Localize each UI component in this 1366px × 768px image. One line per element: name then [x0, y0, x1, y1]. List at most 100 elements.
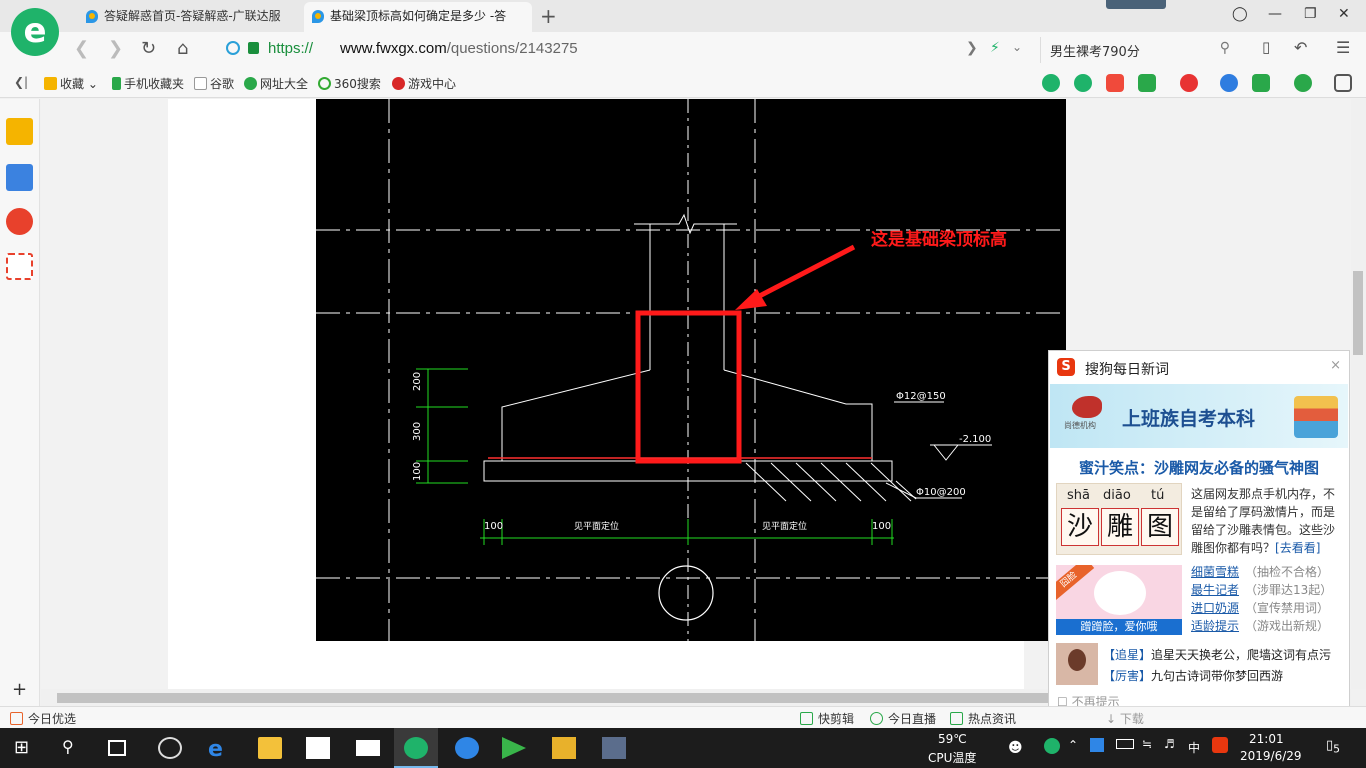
notes-icon[interactable]	[552, 737, 576, 759]
windows-start-icon[interactable]: ⊞	[14, 737, 38, 759]
mail-icon[interactable]	[356, 740, 380, 756]
bookmark-google[interactable]: 谷歌	[194, 75, 234, 92]
network-drive-icon[interactable]	[1090, 738, 1104, 752]
windows-taskbar: ⊞ ⚲ e 59℃ CPU温度 ☻ ⌃ ≒ ♬ 中 21:01 2019/6/2…	[0, 728, 1366, 768]
scissors-icon[interactable]	[1180, 74, 1198, 92]
wifi-icon[interactable]: ≒	[1142, 737, 1152, 751]
soil-hatch	[745, 462, 917, 502]
bookmark-games[interactable]: 游戏中心	[392, 75, 456, 92]
add-icon[interactable]: +	[12, 679, 27, 700]
apps-grid-icon[interactable]	[1334, 74, 1352, 92]
weibo-icon[interactable]	[6, 208, 33, 235]
bookmark-mobile[interactable]: 手机收藏夹	[112, 75, 184, 92]
rebar-top-label: Φ12@150	[896, 391, 946, 402]
daily-picks[interactable]: 今日优选	[10, 710, 76, 727]
axis-bubble	[658, 565, 714, 621]
reading-list-icon[interactable]	[6, 164, 33, 191]
lightning-icon[interactable]: ⚡	[990, 40, 1000, 56]
cortana-icon[interactable]	[158, 737, 182, 759]
bookmark-hao[interactable]: 网址大全	[244, 75, 308, 92]
chevron-up-icon[interactable]: ⌃	[1068, 738, 1078, 752]
scroll-thumb[interactable]	[1353, 271, 1363, 355]
file-explorer-icon[interactable]	[258, 737, 282, 759]
vertical-scrollbar[interactable]	[1351, 99, 1366, 689]
gamepad-icon[interactable]	[1252, 74, 1270, 92]
news-list: 【追星】追星天天换老公，爬墙这词有点污 【厉害】九句古诗词带你梦回西游	[1103, 645, 1347, 687]
extension-pause-icon[interactable]	[1042, 74, 1060, 92]
see-more-link[interactable]: [去看看]	[1275, 541, 1320, 555]
forward-button[interactable]: ❯	[108, 38, 123, 59]
list-item: 最牛记者 （涉罪达13起）	[1191, 583, 1333, 597]
close-window-button[interactable]: ✕	[1338, 6, 1350, 22]
edge-icon[interactable]: e	[208, 737, 232, 762]
reload-button[interactable]: ↻	[141, 38, 156, 59]
close-icon[interactable]: ×	[1330, 358, 1341, 373]
restore-button[interactable]: ❐	[1304, 6, 1317, 22]
mail-icon[interactable]	[6, 253, 33, 280]
notification-center[interactable]: ▯5	[1326, 738, 1340, 756]
favorites-star-icon[interactable]	[6, 118, 33, 145]
battery-icon[interactable]	[1116, 739, 1134, 749]
browser-taskbar-icon[interactable]	[404, 737, 428, 759]
tab-question[interactable]: 基础梁顶标高如何确定是多少 -答	[304, 2, 532, 32]
browser-logo-icon[interactable]: e	[11, 8, 59, 56]
cad-app-icon[interactable]	[602, 737, 626, 759]
shadiao-image[interactable]: shā diāo tú 沙 雕 图	[1056, 483, 1182, 555]
security-tray-icon[interactable]	[1044, 738, 1060, 754]
news-item[interactable]: 【厉害】九句古诗词带你梦回西游	[1103, 666, 1347, 687]
extension-assist-icon[interactable]	[1074, 74, 1092, 92]
back-button[interactable]: ❮	[74, 38, 89, 59]
undo-icon[interactable]: ↶	[1294, 38, 1307, 57]
ime-indicator[interactable]: 中	[1188, 739, 1200, 756]
share-icon[interactable]: ❯	[966, 40, 978, 56]
store-icon[interactable]	[306, 737, 330, 759]
hot-news[interactable]: 热点资讯	[950, 710, 1016, 727]
live-today[interactable]: 今日直播	[870, 710, 936, 727]
wallet-icon[interactable]	[1294, 74, 1312, 92]
minimize-button[interactable]: —	[1268, 6, 1282, 22]
scroll-thumb[interactable]	[57, 693, 1057, 703]
dim-100-bl: 100	[484, 521, 503, 532]
shirt-skin-icon[interactable]: ◯	[1232, 6, 1248, 22]
sogou-ime-icon[interactable]	[1212, 737, 1228, 753]
brand-logo-icon	[1072, 396, 1102, 418]
banner-text: 上班族自考本科	[1122, 408, 1256, 430]
volume-icon[interactable]: ♬	[1164, 737, 1175, 751]
url-field[interactable]: https:// www.fwxgx.com/questions/2143275…	[222, 37, 1032, 63]
foundation-beam-section-drawing: 200 300 100 100 见平面定位 见平面定位 100 Φ12@150 …	[316, 99, 1066, 641]
bookmark-360search[interactable]: 360搜索	[318, 75, 381, 92]
dim-plan-right: 见平面定位	[762, 520, 807, 532]
sogou-taskbar-icon[interactable]	[455, 737, 479, 759]
search-icon[interactable]: ⚲	[1220, 40, 1230, 56]
ad-banner[interactable]: 尚德机构 上班族自考本科	[1050, 384, 1348, 448]
cat-meme-image[interactable]: 囧脸 蹭蹭脸，爱你哦	[1056, 565, 1182, 635]
tab-home[interactable]: 答疑解惑首页-答疑解惑-广联达服	[78, 2, 300, 32]
news-item[interactable]: 【追星】追星天天换老公，爬墙这词有点污	[1103, 645, 1347, 666]
video-player-icon[interactable]	[502, 737, 526, 759]
site-favicon-icon	[312, 10, 324, 23]
search-icon[interactable]: ⚲	[62, 737, 86, 759]
extension-tv-icon[interactable]	[1106, 74, 1124, 92]
news-thumbnail[interactable]	[1056, 643, 1098, 685]
word-list: 细菌雪糕 （抽检不合格） 最牛记者 （涉罪达13起） 进口奶源 （宣传禁用词） 适龄提…	[1191, 563, 1347, 635]
popup-headline[interactable]: 蜜汁笑点：沙雕网友必备的骚气神图	[1049, 457, 1349, 478]
download-progress	[1106, 0, 1166, 9]
task-view-icon[interactable]	[108, 740, 126, 756]
magnifier-icon[interactable]	[1220, 74, 1238, 92]
bookmark-favorites[interactable]: 收藏 ⌄	[44, 75, 98, 92]
chevron-down-icon[interactable]: ⌄	[1012, 40, 1022, 54]
mobile-icon[interactable]: ▯	[1262, 38, 1270, 56]
list-item: 适龄提示 （游戏出新规）	[1191, 619, 1330, 633]
menu-icon[interactable]: ☰	[1336, 38, 1350, 57]
clock-time[interactable]: 21:01	[1249, 732, 1284, 746]
annotation-arrow	[735, 244, 856, 310]
quick-edit[interactable]: 快剪辑	[800, 710, 854, 727]
download-button[interactable]: ↓ 下载	[1106, 710, 1144, 727]
search-box[interactable]: 男生裸考790分 ⚲	[1040, 37, 1240, 63]
extension-translate-icon[interactable]	[1138, 74, 1156, 92]
people-icon[interactable]: ☻	[1008, 740, 1023, 756]
sidebar-toggle-icon[interactable]: ❮|	[14, 75, 28, 89]
home-button[interactable]: ⌂	[177, 38, 188, 59]
clock-date[interactable]: 2019/6/29	[1240, 749, 1302, 763]
new-tab-button[interactable]: +	[540, 4, 557, 28]
